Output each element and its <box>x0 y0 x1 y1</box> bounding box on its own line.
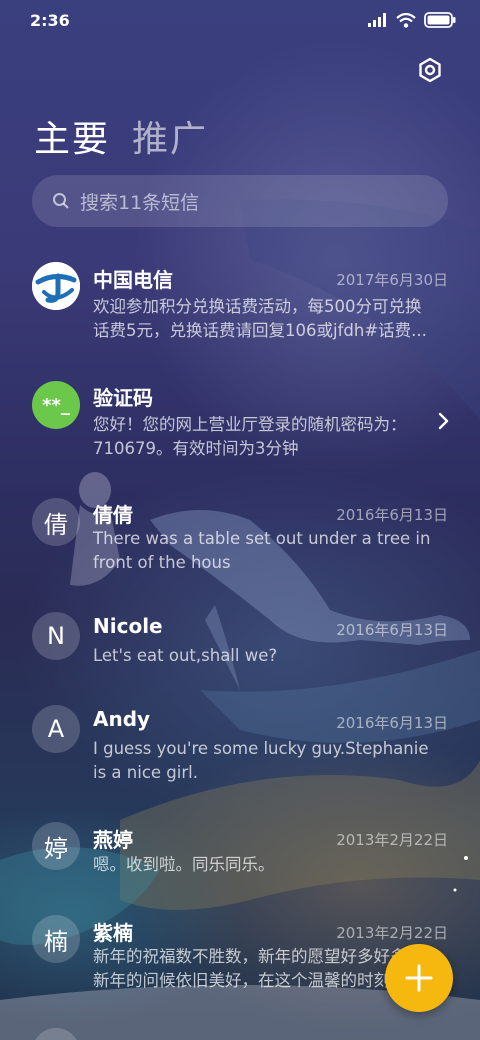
signal-icon <box>368 13 386 27</box>
preview-line: 欢迎参加积分兑换话费活动，每500分可兑换 <box>93 297 422 316</box>
avatar-text: 楠 <box>44 927 68 956</box>
battery-icon <box>424 12 456 28</box>
preview-line: is a nice girl. <box>93 763 198 782</box>
sender-name: 燕婷 <box>93 828 133 852</box>
avatar: N <box>32 612 80 660</box>
search-placeholder: 搜索11条短信 <box>80 191 200 214</box>
avatar <box>32 262 80 310</box>
message-date: 2016年6月13日 <box>336 506 448 524</box>
preview-line: There was a table set out under a tree i… <box>93 529 431 548</box>
tab-primary[interactable]: 主要 <box>34 110 110 162</box>
preview-line: Let's eat out,shall we? <box>93 646 278 665</box>
avatar: **_ <box>32 381 80 429</box>
preview-line: front of the hous <box>93 553 231 572</box>
message-preview: 您好！您的网上营业厅登录的随机密码为： 710679。有效时间为3分钟 <box>93 413 449 461</box>
message-preview: 欢迎参加积分兑换话费活动，每500分可兑换 话费5元，兑换话费请回复106或jf… <box>93 295 449 343</box>
avatar-text: 婷 <box>44 834 68 863</box>
message-item[interactable]: A Andy 2016年6月13日 I guess you're some lu… <box>0 705 480 795</box>
avatar-text: 倩 <box>44 510 68 539</box>
message-item[interactable]: 倩 倩倩 2016年6月13日 There was a table set ou… <box>0 495 480 585</box>
message-preview: 嗯。收到啦。同乐同乐。 <box>93 853 449 877</box>
settings-button[interactable] <box>416 56 444 84</box>
sender-name: 倩倩 <box>93 503 133 527</box>
chevron-right-icon[interactable] <box>436 412 450 430</box>
message-date: 2013年2月22日 <box>336 924 448 942</box>
sender-name: Andy <box>93 707 151 731</box>
avatar-text: A <box>47 715 65 743</box>
preview-line: 您好！您的网上营业厅登录的随机密码为： <box>93 415 407 434</box>
sender-name: Nicole <box>93 614 163 638</box>
message-item[interactable]: **_ 验证码 您好！您的网上营业厅登录的随机密码为： 710679。有效时间为… <box>0 378 480 468</box>
message-date: 2017年6月30日 <box>336 271 448 289</box>
sender-name: 中国电信 <box>93 268 173 292</box>
search-icon <box>53 193 69 209</box>
sender-name: 验证码 <box>93 386 153 410</box>
avatar: A <box>32 705 80 753</box>
message-item[interactable]: N Nicole 2016年6月13日 Let's eat out,shall … <box>0 612 480 682</box>
category-tabs: 主要 推广 <box>34 110 208 162</box>
search-bar[interactable]: 搜索11条短信 <box>32 175 448 227</box>
status-bar: 2:36 <box>0 0 480 42</box>
message-preview: Let's eat out,shall we? <box>93 644 449 668</box>
message-item[interactable]: 中国电信 2017年6月30日 欢迎参加积分兑换话费活动，每500分可兑换 话费… <box>0 260 480 360</box>
avatar: 倩 <box>32 498 80 546</box>
message-date: 2013年2月22日 <box>336 831 448 849</box>
avatar: 楠 <box>32 915 80 963</box>
avatar: 婷 <box>32 822 80 870</box>
message-item[interactable]: 婷 燕婷 2013年2月22日 嗯。收到啦。同乐同乐。 <box>0 822 480 892</box>
message-date: 2016年6月13日 <box>336 714 448 732</box>
message-preview: There was a table set out under a tree i… <box>93 527 449 575</box>
preview-line: 嗯。收到啦。同乐同乐。 <box>93 855 275 874</box>
preview-line: 话费5元，兑换话费请回复106或jfdh#话费... <box>93 321 427 340</box>
compose-button[interactable] <box>385 944 453 1012</box>
message-date: 2016年6月13日 <box>336 621 448 639</box>
status-time: 2:36 <box>30 11 70 30</box>
gear-icon <box>419 57 441 83</box>
message-preview: I guess you're some lucky guy.Stephanie … <box>93 737 449 785</box>
plus-icon <box>405 964 433 992</box>
avatar-text: N <box>47 622 65 650</box>
avatar <box>32 1028 80 1040</box>
avatar-text: **_ <box>42 394 70 416</box>
sender-name: 紫楠 <box>93 921 133 945</box>
preview-line: I guess you're some lucky guy.Stephanie <box>93 739 429 758</box>
china-telecom-logo-icon <box>32 262 80 310</box>
tab-promotions[interactable]: 推广 <box>132 110 208 162</box>
status-icons <box>368 12 456 28</box>
preview-line: 710679。有效时间为3分钟 <box>93 439 299 458</box>
wifi-icon <box>396 12 416 28</box>
